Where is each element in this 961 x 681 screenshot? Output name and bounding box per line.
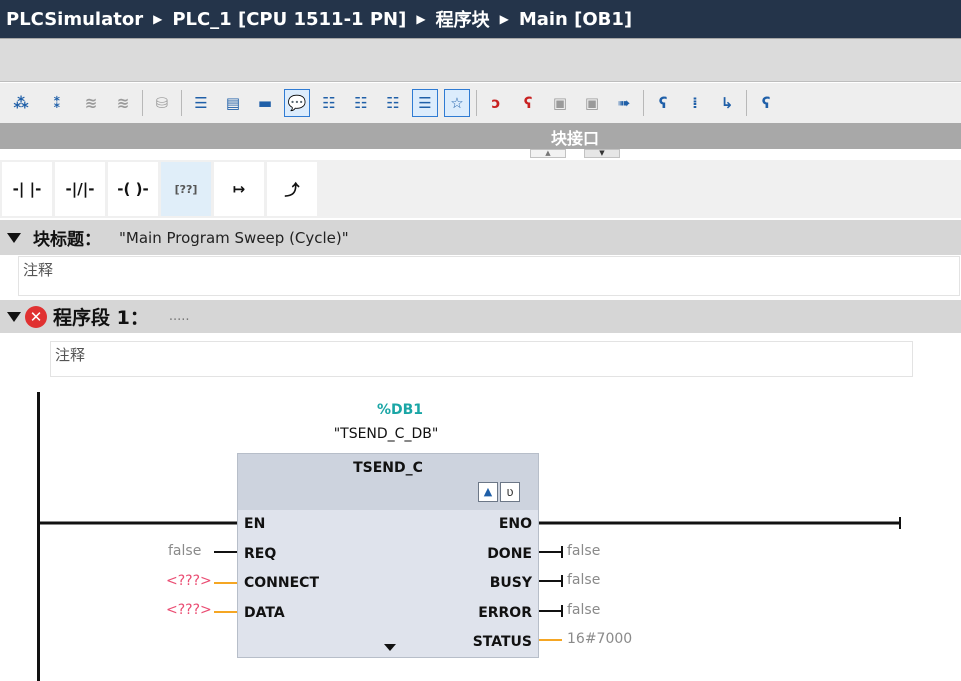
pin-en: EN: [244, 516, 266, 532]
connect-value[interactable]: <???>: [166, 573, 212, 589]
data-value[interactable]: <???>: [166, 602, 212, 618]
expand-block-icon[interactable]: [384, 644, 396, 651]
done-value[interactable]: false: [567, 543, 600, 559]
instance-db-name[interactable]: "TSEND_C_DB": [236, 426, 536, 442]
pin-error: ERROR: [478, 605, 532, 621]
diagnostics-icon[interactable]: ʋ: [500, 482, 520, 502]
block-type-label: TSEND_C: [353, 460, 423, 476]
pin-busy: BUSY: [489, 575, 532, 591]
tsend-c-block[interactable]: TSEND_C ▲ ʋ EN REQ CONNECT DATA ENO DONE…: [237, 453, 539, 658]
pin-connect: CONNECT: [244, 575, 319, 591]
status-value[interactable]: 16#7000: [567, 631, 632, 647]
pin-done: DONE: [487, 546, 532, 562]
pin-eno: ENO: [498, 516, 532, 532]
error-value[interactable]: false: [567, 602, 600, 618]
req-value[interactable]: false: [168, 543, 201, 559]
instance-db-address[interactable]: %DB1: [250, 402, 550, 418]
configure-icon[interactable]: ▲: [478, 482, 498, 502]
busy-value[interactable]: false: [567, 572, 600, 588]
pin-status: STATUS: [472, 634, 532, 650]
pin-data: DATA: [244, 605, 285, 621]
pin-req: REQ: [244, 546, 277, 562]
